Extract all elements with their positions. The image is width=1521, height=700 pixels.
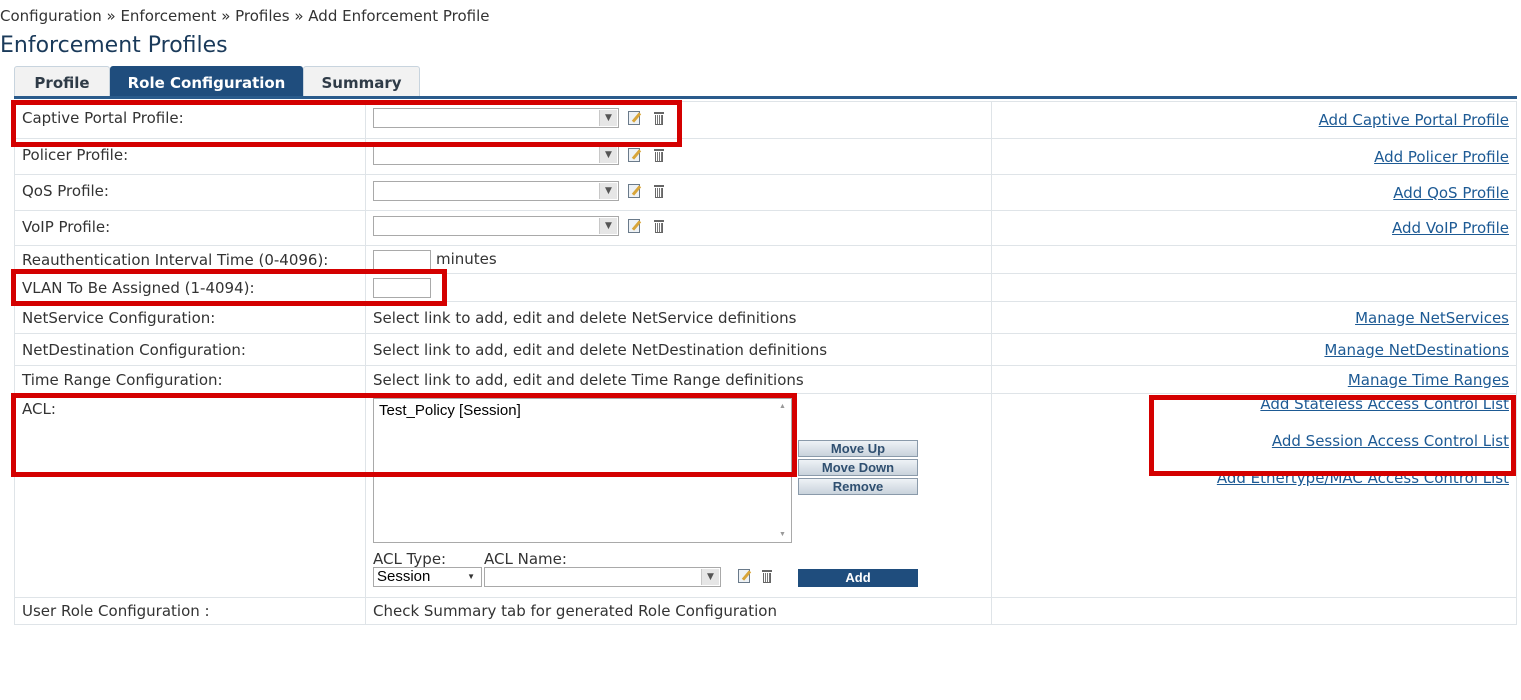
trash-icon[interactable]: [651, 110, 667, 126]
reauth-interval-input[interactable]: [373, 249, 431, 270]
vlan-label: VLAN To Be Assigned (1-4094):: [14, 273, 366, 302]
move-up-button[interactable]: Move Up: [798, 440, 918, 457]
row-policer: Policer Profile: ▼ Add Policer Profile: [14, 138, 1517, 175]
row-netservice: NetService Configuration: Select link to…: [14, 301, 1517, 334]
acl-type-select[interactable]: Session ▼: [373, 567, 482, 587]
scrollbar[interactable]: ▲ ▼: [777, 400, 790, 541]
move-down-button[interactable]: Move Down: [798, 459, 918, 476]
breadcrumb: Configuration » Enforcement » Profiles »…: [0, 7, 490, 25]
netdestination-label: NetDestination Configuration:: [14, 333, 366, 366]
row-qos: QoS Profile: ▼ Add QoS Profile: [14, 174, 1517, 211]
row-netdestination: NetDestination Configuration: Select lin…: [14, 333, 1517, 366]
chevron-down-icon: ▼: [599, 146, 617, 163]
netservice-label: NetService Configuration:: [14, 301, 366, 334]
voip-select[interactable]: ▼: [373, 216, 619, 236]
chevron-down-icon: ▼: [599, 218, 617, 234]
add-session-acl-link[interactable]: Add Session Access Control List: [1272, 432, 1509, 450]
row-acl: ACL: Test_Policy [Session] ▲ ▼ Move Up M…: [14, 393, 1517, 598]
tab-profile[interactable]: Profile: [14, 66, 110, 97]
role-config-table: Captive Portal Profile: ▼ Add Captive Po…: [14, 101, 1517, 625]
chevron-down-icon: ▼: [701, 569, 719, 585]
trash-icon[interactable]: [651, 147, 667, 163]
captive-portal-label: Captive Portal Profile:: [14, 101, 366, 139]
add-qos-profile-link[interactable]: Add QoS Profile: [1393, 184, 1509, 202]
timerange-text: Select link to add, edit and delete Time…: [365, 365, 992, 394]
manage-netdestinations-link[interactable]: Manage NetDestinations: [1324, 341, 1509, 359]
trash-icon[interactable]: [651, 218, 667, 234]
trash-icon[interactable]: [651, 183, 667, 199]
chevron-down-icon: ▼: [599, 182, 617, 199]
tab-summary[interactable]: Summary: [303, 66, 420, 97]
netservice-text: Select link to add, edit and delete NetS…: [365, 301, 992, 334]
acl-label: ACL:: [14, 393, 366, 598]
timerange-label: Time Range Configuration:: [14, 365, 366, 394]
row-timerange: Time Range Configuration: Select link to…: [14, 365, 1517, 394]
row-vlan: VLAN To Be Assigned (1-4094):: [14, 273, 1517, 302]
edit-icon[interactable]: [627, 147, 643, 163]
reauth-units: minutes: [436, 250, 497, 268]
page-title: Enforcement Profiles: [0, 33, 228, 58]
acl-type-label: ACL Type:: [373, 550, 447, 568]
tab-role-configuration[interactable]: Role Configuration: [110, 66, 303, 97]
add-stateless-acl-link[interactable]: Add Stateless Access Control List: [1260, 395, 1509, 413]
row-user-role: User Role Configuration : Check Summary …: [14, 597, 1517, 625]
user-role-text: Check Summary tab for generated Role Con…: [365, 597, 992, 625]
acl-listbox[interactable]: Test_Policy [Session] ▲ ▼: [373, 398, 792, 543]
policer-select[interactable]: ▼: [373, 144, 619, 165]
reauth-label: Reauthentication Interval Time (0-4096):: [14, 245, 366, 274]
captive-portal-select[interactable]: ▼: [373, 108, 619, 128]
add-ethertype-mac-acl-link[interactable]: Add Ethertype/MAC Access Control List: [1217, 469, 1509, 487]
user-role-label: User Role Configuration :: [14, 597, 366, 625]
acl-list-item[interactable]: Test_Policy [Session]: [374, 399, 791, 422]
scroll-down-icon: ▼: [779, 531, 786, 538]
add-voip-profile-link[interactable]: Add VoIP Profile: [1392, 219, 1509, 237]
row-voip: VoIP Profile: ▼ Add VoIP Profile: [14, 210, 1517, 246]
qos-label: QoS Profile:: [14, 174, 366, 211]
trash-icon[interactable]: [759, 568, 775, 584]
edit-icon[interactable]: [627, 183, 643, 199]
manage-netservices-link[interactable]: Manage NetServices: [1355, 309, 1509, 327]
acl-name-label: ACL Name:: [484, 550, 567, 568]
add-acl-button[interactable]: Add: [798, 569, 918, 587]
chevron-down-icon: ▼: [599, 110, 617, 126]
scroll-up-icon: ▲: [779, 403, 786, 410]
row-reauth: Reauthentication Interval Time (0-4096):…: [14, 245, 1517, 274]
qos-select[interactable]: ▼: [373, 180, 619, 201]
add-policer-profile-link[interactable]: Add Policer Profile: [1374, 148, 1509, 166]
acl-name-select[interactable]: ▼: [484, 567, 721, 587]
edit-icon[interactable]: [627, 218, 643, 234]
voip-label: VoIP Profile:: [14, 210, 366, 246]
edit-icon[interactable]: [737, 568, 753, 584]
add-captive-portal-profile-link[interactable]: Add Captive Portal Profile: [1319, 111, 1509, 129]
policer-label: Policer Profile:: [14, 138, 366, 175]
chevron-down-icon: ▼: [467, 572, 475, 581]
edit-icon[interactable]: [627, 110, 643, 126]
manage-time-ranges-link[interactable]: Manage Time Ranges: [1348, 371, 1509, 389]
vlan-input[interactable]: [373, 277, 431, 298]
netdestination-text: Select link to add, edit and delete NetD…: [365, 333, 992, 366]
tab-divider: [14, 96, 1517, 99]
remove-button[interactable]: Remove: [798, 478, 918, 495]
row-captive-portal: Captive Portal Profile: ▼ Add Captive Po…: [14, 101, 1517, 139]
